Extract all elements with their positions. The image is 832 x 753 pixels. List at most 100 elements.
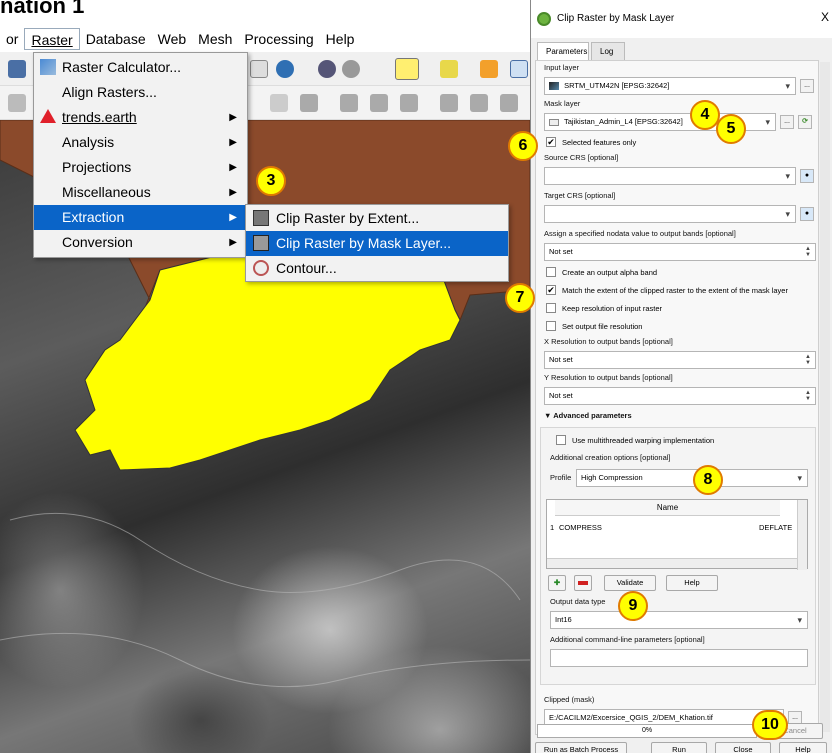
y-resolution-input[interactable]: Not set ▲ ▼ xyxy=(544,387,816,405)
source-crs-select[interactable] xyxy=(544,167,796,185)
attribute-table-icon[interactable] xyxy=(440,60,458,78)
selected-only-checkbox[interactable]: ✔ xyxy=(546,137,556,147)
menu-item-conversion[interactable]: Conversion ▶ xyxy=(34,230,247,255)
menu-item-miscellaneous[interactable]: Miscellaneous ▶ xyxy=(34,180,247,205)
ruler-icon[interactable] xyxy=(270,94,288,112)
raster-menu: Raster Calculator... Align Rasters... tr… xyxy=(33,52,248,258)
run-button[interactable]: Run xyxy=(651,742,707,753)
y-resolution-value: Not set xyxy=(549,391,573,400)
qgis-menubar: or Raster Database Web Mesh Processing H… xyxy=(0,26,530,52)
x-resolution-input[interactable]: Not set ▲ ▼ xyxy=(544,351,816,369)
help-button[interactable]: Help xyxy=(779,742,827,753)
menu-editor-partial[interactable]: or xyxy=(0,28,24,50)
deselect-icon[interactable] xyxy=(480,60,498,78)
mask-layer-value: Tajikistan_Admin_L4 [EPSG:32642] xyxy=(563,117,683,126)
menu-item-extraction[interactable]: Extraction ▶ xyxy=(34,205,247,230)
cmdline-input[interactable] xyxy=(550,649,808,667)
tab-parameters[interactable]: Parameters xyxy=(537,42,589,60)
spinbox-arrows-icon[interactable]: ▲ ▼ xyxy=(805,390,811,402)
offset-icon[interactable] xyxy=(470,94,488,112)
set-resolution-checkbox[interactable] xyxy=(546,321,556,331)
options-help-button[interactable]: Help xyxy=(666,575,718,591)
menu-item-clip-by-extent[interactable]: Clip Raster by Extent... xyxy=(246,206,508,231)
menu-item-analysis[interactable]: Analysis ▶ xyxy=(34,130,247,155)
alpha-band-checkbox[interactable] xyxy=(546,267,556,277)
refresh-icon[interactable] xyxy=(276,60,294,78)
close-icon[interactable]: X xyxy=(821,10,829,24)
split-icon[interactable] xyxy=(370,94,388,112)
layers-icon[interactable] xyxy=(8,60,26,78)
profile-label: Profile xyxy=(550,473,572,482)
nodata-input[interactable]: Not set ▲ ▼ xyxy=(544,243,816,261)
crs-globe-icon-2[interactable]: ● xyxy=(800,207,814,221)
target-crs-select[interactable] xyxy=(544,205,796,223)
menu-item-trends-earth[interactable]: trends.earth ▶ xyxy=(34,105,247,130)
menu-help[interactable]: Help xyxy=(320,28,361,50)
table-row[interactable]: 1 COMPRESS DEFLATE xyxy=(547,518,792,538)
multithread-label: Use multithreaded warping implementation xyxy=(572,436,715,445)
input-layer-select[interactable]: SRTM_UTM42N [EPSG:32642] xyxy=(544,77,796,95)
menu-raster[interactable]: Raster xyxy=(24,28,80,50)
iterate-icon[interactable]: ⟳ xyxy=(798,115,812,129)
menu-database[interactable]: Database xyxy=(80,28,152,50)
menu-processing[interactable]: Processing xyxy=(238,28,319,50)
output-type-label: Output data type xyxy=(550,597,606,606)
input-layer-browse-button[interactable]: ... xyxy=(800,79,814,93)
ridge-lines-2 xyxy=(0,632,530,688)
menu-mesh[interactable]: Mesh xyxy=(192,28,238,50)
zoom-out-icon[interactable] xyxy=(342,60,360,78)
submenu-arrow-icon: ▶ xyxy=(229,137,237,148)
add-row-icon[interactable]: ✚ xyxy=(548,575,566,591)
menu-web[interactable]: Web xyxy=(152,28,193,50)
mask-layer-label: Mask layer xyxy=(544,99,581,108)
input-layer-value: SRTM_UTM42N [EPSG:32642] xyxy=(564,81,670,90)
menu-item-clip-by-mask[interactable]: Clip Raster by Mask Layer... xyxy=(246,231,508,256)
validate-button[interactable]: Validate xyxy=(604,575,656,591)
table-vertical-scrollbar[interactable] xyxy=(797,500,807,570)
crs-globe-icon[interactable]: ● xyxy=(800,169,814,183)
menu-item-label: Analysis xyxy=(62,134,115,150)
input-layer-label: Input layer xyxy=(544,63,580,72)
callout-8: 8 xyxy=(693,465,723,495)
creation-options-label: Additional creation options [optional] xyxy=(550,453,671,462)
output-type-select[interactable]: Int16 xyxy=(550,611,808,629)
table-horizontal-scrollbar[interactable] xyxy=(547,558,797,568)
merge-icon[interactable] xyxy=(400,94,418,112)
callout-7: 7 xyxy=(505,283,535,313)
batch-process-button[interactable]: Run as Batch Process xyxy=(535,742,627,753)
callout-3: 3 xyxy=(256,166,286,196)
reshape-icon[interactable] xyxy=(440,94,458,112)
dialog-scrollbar[interactable] xyxy=(820,62,830,732)
extraction-submenu: Clip Raster by Extent... Clip Raster by … xyxy=(245,204,509,282)
nodata-value: Not set xyxy=(549,247,573,256)
edit-icon[interactable] xyxy=(8,94,26,112)
menu-item-align-rasters[interactable]: Align Rasters... xyxy=(34,80,247,105)
match-extent-label: Match the extent of the clipped raster t… xyxy=(562,286,788,295)
remove-row-icon[interactable] xyxy=(574,575,592,591)
match-extent-checkbox[interactable]: ✔ xyxy=(546,285,556,295)
node-tool-icon[interactable] xyxy=(340,94,358,112)
menu-item-label: Clip Raster by Mask Layer... xyxy=(276,235,452,251)
select-features-icon[interactable] xyxy=(395,58,419,80)
submenu-arrow-icon: ▶ xyxy=(229,237,237,248)
menu-item-label: Projections xyxy=(62,159,132,175)
table-icon[interactable] xyxy=(510,60,528,78)
menu-item-raster-calculator[interactable]: Raster Calculator... xyxy=(34,55,247,80)
zoom-icon[interactable] xyxy=(318,60,336,78)
tab-log[interactable]: Log xyxy=(591,42,625,60)
multithread-checkbox[interactable] xyxy=(556,435,566,445)
spinbox-arrows-icon[interactable]: ▲ ▼ xyxy=(805,246,811,258)
vertex-tool-icon[interactable] xyxy=(300,94,318,112)
page-icon[interactable] xyxy=(250,60,268,78)
table-row-name: COMPRESS xyxy=(559,523,602,532)
spinbox-arrows-icon[interactable]: ▲ ▼ xyxy=(805,354,811,366)
dialog-title: Clip Raster by Mask Layer xyxy=(557,13,675,24)
advanced-parameters-toggle[interactable]: ▼ Advanced parameters xyxy=(544,411,632,420)
mask-layer-browse-button[interactable]: ... xyxy=(780,115,794,129)
menu-item-projections[interactable]: Projections ▶ xyxy=(34,155,247,180)
keep-resolution-checkbox[interactable] xyxy=(546,303,556,313)
close-button[interactable]: Close xyxy=(715,742,771,753)
rotate-icon[interactable] xyxy=(500,94,518,112)
profile-select[interactable]: High Compression xyxy=(576,469,808,487)
menu-item-contour[interactable]: Contour... xyxy=(246,256,508,281)
